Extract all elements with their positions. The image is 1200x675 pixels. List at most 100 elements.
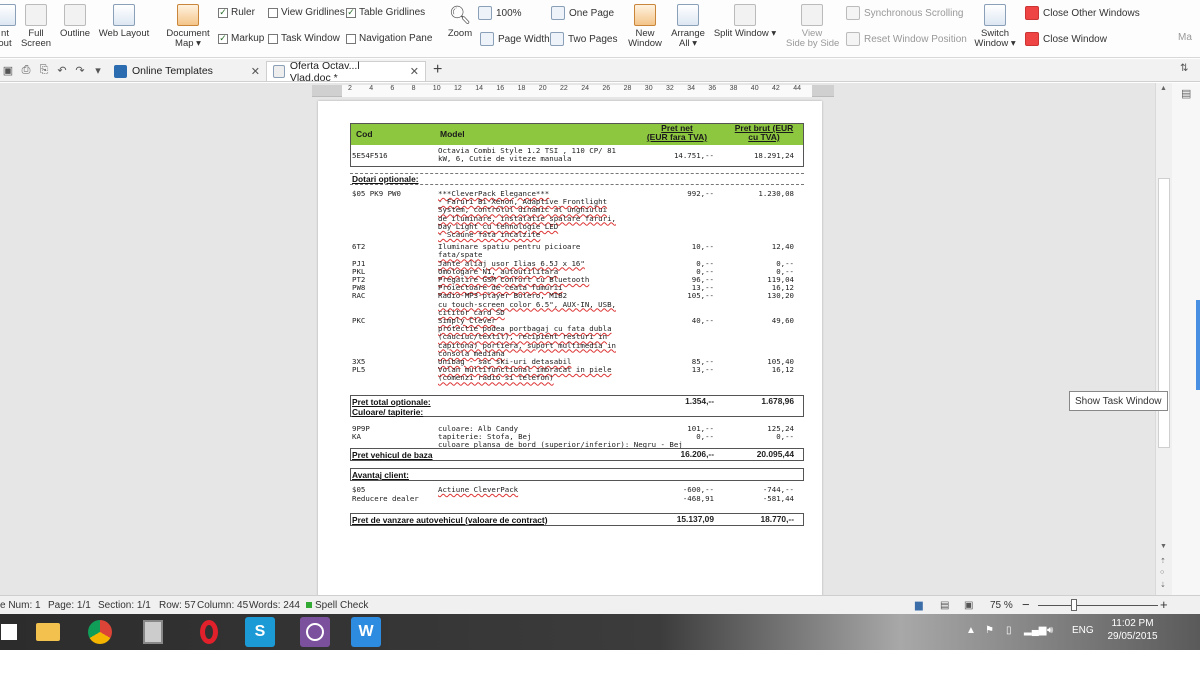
close-other-windows-button[interactable]: Close Other Windows xyxy=(1025,6,1140,20)
close-window-button[interactable]: Close Window xyxy=(1025,32,1107,46)
ruler-tick: 14 xyxy=(475,85,483,92)
scroll-up-icon[interactable]: ▲ xyxy=(1160,85,1167,92)
two-pages-button[interactable]: Two Pages xyxy=(550,32,617,46)
magnifier-icon: 🔍︎ xyxy=(448,5,472,25)
browse-object-icon[interactable]: ○ xyxy=(1160,569,1164,576)
section-color-title: Culoare/ tapiterie: xyxy=(352,406,424,417)
outline-button[interactable]: Outline xyxy=(58,4,92,39)
full-screen-button[interactable]: Full Screen xyxy=(20,4,52,49)
new-window-button[interactable]: New Window xyxy=(626,4,664,49)
synchronous-scrolling-label: Synchronous Scrolling xyxy=(864,7,964,19)
document-map-button[interactable]: Document Map ▾ xyxy=(164,4,212,49)
zoom-100-icon xyxy=(478,6,492,20)
tab-online-templates[interactable]: Online Templates ✕ xyxy=(108,61,266,81)
task-window-label: Task Window xyxy=(281,33,340,44)
clock-time: 11:02 PM xyxy=(1111,618,1154,629)
close-other-windows-icon xyxy=(1025,6,1039,20)
taskbar-explorer[interactable] xyxy=(33,617,63,647)
new-tab-button[interactable]: + xyxy=(433,61,442,79)
ruler-tick: 20 xyxy=(538,85,547,92)
zoom-100-button[interactable]: 100% xyxy=(478,6,522,20)
system-clock[interactable]: 11:02 PM 29/05/2015 xyxy=(1105,617,1160,643)
table-gridlines-checkbox[interactable]: ✓ Table Gridlines xyxy=(346,7,425,18)
tab-document[interactable]: Oferta Octav...l Vlad.doc * ✕ xyxy=(266,60,426,84)
zoom-slider[interactable] xyxy=(1038,605,1158,606)
taskbar-viber[interactable] xyxy=(300,617,330,647)
print-icon[interactable]: ⎙ xyxy=(20,64,32,77)
show-hidden-icons[interactable]: ▲ xyxy=(966,625,976,636)
ruler-checkbox[interactable]: ✓ Ruler xyxy=(218,7,255,18)
macro-label: Ma xyxy=(1178,32,1192,43)
status-page-num: e Num: 1 xyxy=(0,600,41,611)
page-width-label: Page Width xyxy=(498,33,550,45)
document-page[interactable]: Cod Model Pret net (EUR fara TVA) Pret b… xyxy=(318,101,822,595)
one-page-button[interactable]: One Page xyxy=(551,6,614,20)
zoom-in-button[interactable]: + xyxy=(1160,597,1168,612)
next-page-icon[interactable]: ⇣ xyxy=(1160,581,1166,589)
sale-price-brut: 18.770,-- xyxy=(760,513,794,524)
view-side-by-side-button[interactable]: View Side by Side xyxy=(786,4,839,49)
taskbar-chrome[interactable] xyxy=(85,617,115,647)
reset-window-position-button[interactable]: Reset Window Position xyxy=(846,32,967,46)
close-tab-icon[interactable]: ✕ xyxy=(410,65,419,78)
writer-icon: W xyxy=(358,623,374,640)
split-window-button[interactable]: Split Window ▾ xyxy=(712,4,778,39)
switch-window-button[interactable]: Switch Window ▾ xyxy=(972,4,1018,49)
task-window-checkbox[interactable]: Task Window xyxy=(268,33,340,44)
zoom-out-button[interactable]: − xyxy=(1022,597,1030,612)
task-pane-icon[interactable]: ▤ xyxy=(1181,87,1191,100)
view-web-icon[interactable]: ▤ xyxy=(940,600,949,611)
switch-window-label: Switch Window ▾ xyxy=(974,28,1016,49)
status-section: Section: 1/1 xyxy=(98,600,151,611)
row-code: KA xyxy=(352,431,361,441)
table-rule xyxy=(350,123,804,167)
page-width-button[interactable]: Page Width xyxy=(480,32,550,46)
macro-button[interactable]: Ma xyxy=(1178,32,1192,43)
save-icon[interactable]: ▣ xyxy=(2,64,14,77)
ruler-tick: 28 xyxy=(623,85,632,92)
network-icon[interactable]: ▂▄▆ xyxy=(1024,625,1046,636)
page-width-icon xyxy=(480,32,494,46)
new-window-label: New Window xyxy=(628,28,662,49)
horizontal-ruler[interactable]: 2 4 6 8 10 12 14 16 18 20 22 24 26 28 30 32 34 36 38 40 42 44 xyxy=(312,85,834,97)
print-layout-button[interactable]: nt out xyxy=(0,4,16,49)
scroll-down-icon[interactable]: ▼ xyxy=(1160,543,1167,550)
taskbar-skype[interactable]: S xyxy=(245,617,275,647)
tab-options-icon[interactable]: ⇅ xyxy=(1180,63,1188,74)
redo-icon[interactable]: ↷ xyxy=(74,64,86,77)
vertical-scrollbar[interactable]: ▲ ▼ ⇡ ○ ⇣ xyxy=(1155,83,1172,595)
battery-icon[interactable]: ▯ xyxy=(1006,625,1012,636)
arrange-all-button[interactable]: Arrange All ▾ xyxy=(668,4,708,49)
document-workspace[interactable]: 2 4 6 8 10 12 14 16 18 20 22 24 26 28 30 32 34 36 38 40 42 44… xyxy=(0,83,1155,595)
undo-icon[interactable]: ↶ xyxy=(56,64,68,77)
split-window-icon xyxy=(734,4,756,26)
markup-checkbox[interactable]: ✓ Markup xyxy=(218,33,264,44)
taskbar-opera[interactable] xyxy=(194,617,224,647)
document-icon xyxy=(273,65,285,78)
prev-page-icon[interactable]: ⇡ xyxy=(1160,557,1166,565)
zoom-slider-handle[interactable] xyxy=(1071,599,1077,611)
task-window-toggle[interactable] xyxy=(1196,300,1200,390)
zoom-button[interactable]: 🔍︎ Zoom xyxy=(444,4,476,39)
synchronous-scrolling-icon xyxy=(846,6,860,20)
synchronous-scrolling-button[interactable]: Synchronous Scrolling xyxy=(846,6,964,20)
start-button[interactable] xyxy=(0,617,24,647)
volume-icon[interactable]: 🔊︎ xyxy=(1047,625,1053,636)
taskbar-calculator[interactable] xyxy=(138,617,168,647)
web-layout-icon xyxy=(113,4,135,26)
table-gridlines-check-icon: ✓ xyxy=(346,7,356,18)
view-print-icon[interactable]: ▆ xyxy=(915,600,923,611)
row-code: $05 PK9 PW0 xyxy=(352,189,401,198)
web-layout-button[interactable]: Web Layout xyxy=(96,4,152,39)
close-tab-icon[interactable]: ✕ xyxy=(251,65,260,78)
customize-dropdown-icon[interactable]: ▾ xyxy=(92,64,104,77)
zoom-level: 75 % xyxy=(990,600,1013,611)
input-language[interactable]: ENG xyxy=(1072,625,1094,636)
taskbar-writer[interactable]: W xyxy=(351,617,381,647)
view-reading-icon[interactable]: ▣ xyxy=(964,600,973,611)
navigation-pane-checkbox[interactable]: Navigation Pane xyxy=(346,33,432,44)
spell-check-button[interactable]: Spell Check xyxy=(306,600,368,611)
action-center-icon[interactable]: ⚑ xyxy=(985,625,994,636)
print-preview-icon[interactable]: ⎘ xyxy=(38,64,50,77)
view-gridlines-checkbox[interactable]: View Gridlines xyxy=(268,7,345,18)
